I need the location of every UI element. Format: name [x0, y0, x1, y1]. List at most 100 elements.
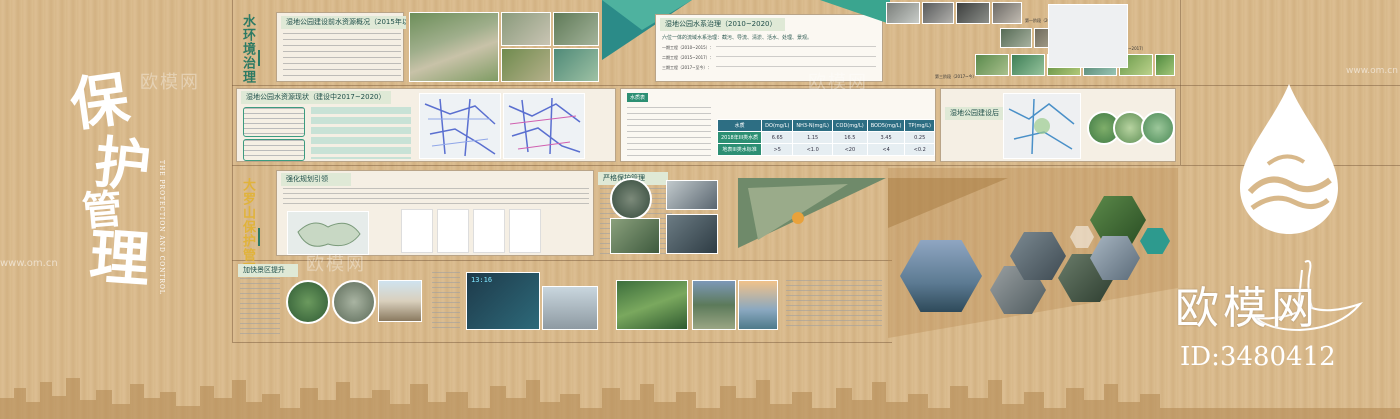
watermark-brand-faint-2: 欧模网 — [808, 72, 868, 93]
stage-photo-3 — [956, 2, 990, 24]
stage-photo-13 — [1155, 54, 1175, 76]
water-network-map-2 — [503, 93, 585, 159]
table-cell: >5 — [761, 143, 794, 156]
smart-text-block — [432, 272, 460, 330]
section4-panel-smart: 13:16 — [430, 266, 602, 336]
stage-photo-2 — [922, 2, 954, 24]
section3-side-title: 大罗山保护管理 — [240, 178, 255, 276]
upgrade-text-block — [240, 278, 280, 334]
scenery-text-block — [786, 280, 882, 330]
table-header: COD(mg/L) — [832, 119, 868, 132]
section3-panel-management: 严格保护管理 — [598, 172, 888, 256]
water-network-map-1 — [419, 93, 501, 159]
stage-photo-9 — [1011, 54, 1045, 76]
watermark-brand: 欧模网 — [1175, 283, 1319, 334]
planning-map-shapes — [297, 222, 361, 247]
planning-doc-2 — [437, 209, 469, 253]
scenery-photo-1 — [616, 280, 688, 330]
stage-photo-8 — [975, 54, 1009, 76]
planning-map — [287, 211, 369, 255]
planning-doc-1 — [401, 209, 433, 253]
smart-gate-photo — [542, 286, 598, 330]
water-network-lines-1 — [424, 98, 496, 157]
after-plan-lines — [1008, 98, 1075, 155]
watermark-brand-faint-3: 欧模网 — [306, 254, 366, 275]
planning-text-block — [283, 188, 589, 208]
section1-panel-governance-title: 湿地公园水系治理（2010~2020） — [660, 18, 785, 31]
table-header-row: 水质 DO(mg/L) NH3-N(mg/L) COD(mg/L) BOD5(m… — [716, 119, 935, 132]
frame-left-divider — [232, 0, 233, 342]
section4-panel-scenery — [606, 266, 888, 338]
upgrade-photo-circle-2 — [332, 280, 376, 324]
aerial-photo-2 — [501, 12, 551, 46]
table-row: 2018年III类水质 6.65 1.15 16.5 3.45 0.25 — [716, 131, 935, 144]
city-skyline-decor — [0, 378, 1400, 419]
status-flow-box-1 — [243, 107, 305, 137]
smart-time-display: 13:16 — [471, 276, 493, 284]
section3-side-bar — [258, 228, 260, 246]
section2-panel-status-title: 湿地公园水资源现状（建设中2017~2020） — [241, 91, 391, 104]
table-header: DO(mg/L) — [761, 119, 794, 132]
after-plan-map — [1003, 93, 1081, 159]
frame-right-divider — [1180, 0, 1181, 165]
table-header: TP(mg/L) — [904, 119, 935, 132]
after-map — [1048, 4, 1128, 68]
quality-text-block — [627, 107, 711, 157]
management-photo-circle-1 — [610, 178, 652, 220]
management-photo-4 — [666, 214, 718, 254]
water-drop-logo-icon — [1240, 84, 1338, 234]
table-cell: <1.0 — [792, 143, 834, 156]
table-cell: 1.15 — [792, 131, 834, 144]
table-row-label: 地表III类水标准 — [716, 143, 763, 156]
section2-panel-after: 湿地公园建设后 — [940, 4, 1176, 162]
management-photo-3 — [610, 218, 660, 254]
table-cell: 0.25 — [904, 131, 935, 144]
table-cell: <4 — [866, 143, 906, 156]
table-cell: 6.65 — [761, 131, 794, 144]
table-cell: 3.45 — [866, 131, 906, 144]
smart-monitor-screen: 13:16 — [466, 272, 540, 330]
management-triangle-photo — [738, 178, 886, 248]
aerial-photo-4 — [501, 48, 551, 82]
scenery-photo-3 — [738, 280, 778, 330]
stage-photo-4 — [992, 2, 1022, 24]
section3-panel-planning: 强化规划引领 — [276, 170, 594, 256]
table-header: 水质 — [716, 119, 763, 132]
upgrade-photo-3 — [378, 280, 422, 322]
watermark-brand-faint-1: 欧模网 — [140, 72, 200, 93]
stage-photo-1 — [886, 2, 920, 24]
table-header: NH3-N(mg/L) — [792, 119, 834, 132]
water-network-lines-2 — [508, 97, 581, 155]
watermark-domain-1: www.om.cn — [0, 258, 58, 269]
management-photo-2 — [666, 180, 718, 210]
section1-overview-text — [283, 33, 401, 79]
watermark-domain-2: www.om.cn — [1346, 66, 1398, 76]
table-cell: <0.2 — [904, 143, 935, 156]
section3-panel-planning-title: 强化规划引领 — [281, 173, 351, 186]
title-char-4: 理 — [87, 221, 152, 296]
section1-governance-subtitle: 六位一体的流域水系治理：截污、导流、清淤、活水、处理、景观。 — [662, 35, 813, 41]
section1-panel-overview: 湿地公园建设前水资源概况（2015年以前） — [276, 12, 406, 82]
table-row: 地表III类水标准 >5 <1.0 <20 <4 <0.2 — [716, 143, 935, 156]
scenery-photo-2 — [692, 280, 736, 330]
section1-panel-overview-title: 湿地公园建设前水资源概况（2015年以前） — [281, 16, 406, 29]
table-cell: <20 — [832, 143, 868, 156]
quality-table-tag: 水质表 — [627, 93, 649, 102]
status-flow-list — [311, 107, 411, 159]
section1-side-title: 水环境治理 — [240, 14, 255, 84]
table-row-label: 2018年III类水质 — [716, 131, 763, 144]
water-quality-table: 水质 DO(mg/L) NH3-N(mg/L) COD(mg/L) BOD5(m… — [716, 119, 935, 156]
aerial-photo-5 — [553, 48, 599, 82]
planning-doc-3 — [473, 209, 505, 253]
aerial-photo-1 — [409, 12, 499, 82]
stage-photo-5 — [1000, 28, 1032, 48]
section4-panel-upgrade-title: 加快景区提升 — [238, 264, 298, 277]
section1-side-bar — [258, 50, 260, 66]
section2-panel-quality: 水质表 水质 DO(mg/L) NH3-N(mg/L) COD(mg/L) BO… — [620, 88, 936, 162]
section2-panel-status: 湿地公园水资源现状（建设中2017~2020） — [236, 88, 616, 162]
table-cell: 16.5 — [832, 131, 868, 144]
title-subtitle-en: THE PROTECTION AND CONTROL — [158, 160, 165, 295]
table-header: BOD5(mg/L) — [866, 119, 906, 132]
planning-doc-4 — [509, 209, 541, 253]
section1-triangle-decor-2 — [820, 0, 890, 24]
